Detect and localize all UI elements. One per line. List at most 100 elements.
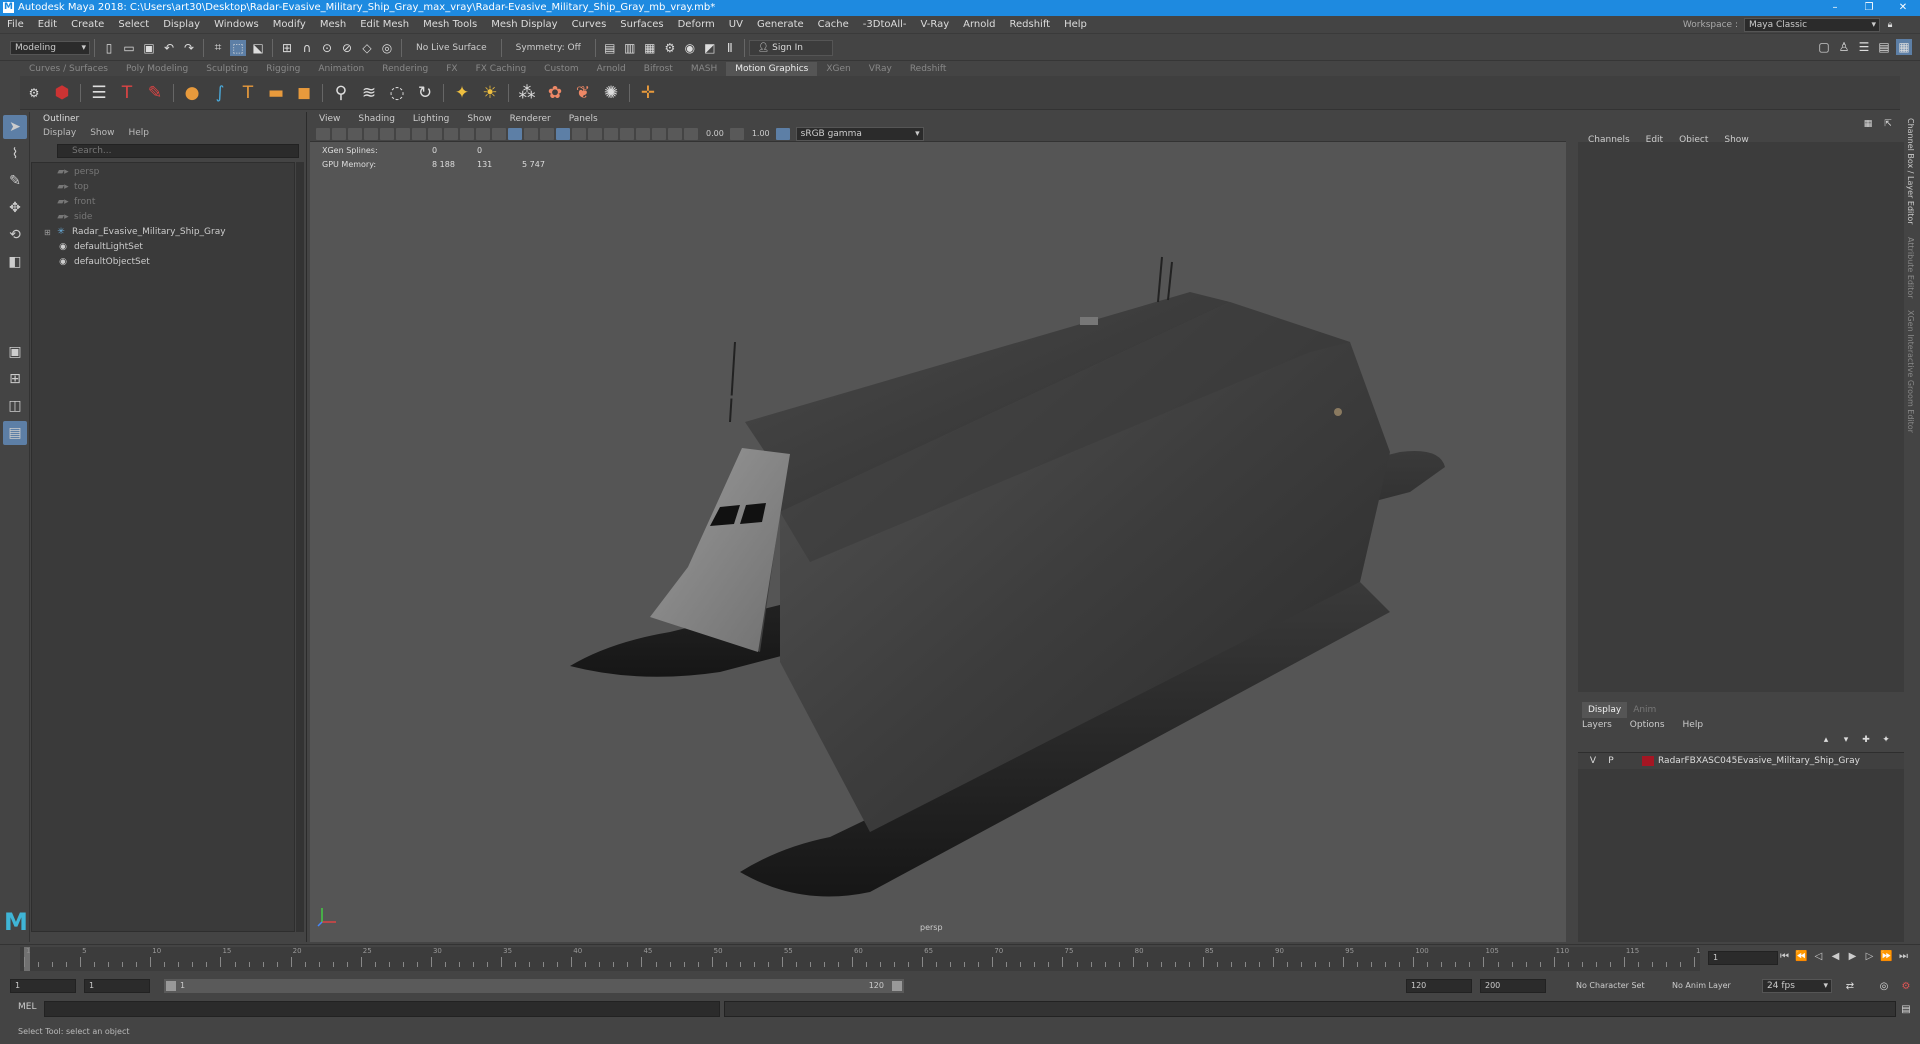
color-management-icon[interactable] — [775, 127, 790, 140]
colorspace-dropdown[interactable]: sRGB gamma — [795, 126, 924, 141]
viewport-menu-shading[interactable]: Shading — [349, 112, 404, 126]
playback-start-field[interactable]: 1 — [84, 979, 150, 993]
hypershade-icon[interactable]: ◉ — [682, 40, 698, 56]
fps-dropdown[interactable]: 24 fps — [1762, 979, 1832, 993]
channel-box-float-icon[interactable]: ⇱ — [1880, 116, 1896, 132]
minimize-button[interactable]: – — [1818, 0, 1852, 16]
shelf-tab-motion-graphics[interactable]: Motion Graphics — [726, 62, 818, 76]
menu-mesh[interactable]: Mesh — [313, 16, 353, 34]
sun-icon[interactable]: ☀ — [477, 80, 503, 106]
shelf-tab-curves-surfaces[interactable]: Curves / Surfaces — [20, 62, 117, 76]
shelf-tab-animation[interactable]: Animation — [309, 62, 373, 76]
xray-icon[interactable] — [652, 127, 666, 140]
svg-tool-icon[interactable]: ✎ — [142, 80, 168, 106]
menu-mesh-tools[interactable]: Mesh Tools — [416, 16, 484, 34]
shelf-tab-redshift[interactable]: Redshift — [901, 62, 956, 76]
tab-anim[interactable]: Anim — [1627, 702, 1662, 718]
vray-render-icon[interactable]: ◩ — [702, 40, 718, 56]
menu-uv[interactable]: UV — [722, 16, 750, 34]
text-icon[interactable]: T — [235, 80, 261, 106]
list-icon[interactable]: ☰ — [86, 80, 112, 106]
new-scene-icon[interactable]: ▯ — [101, 40, 117, 56]
step-back-key-icon[interactable]: ⏪ — [1793, 951, 1810, 965]
anim-layer-dropdown[interactable]: No Anim Layer — [1672, 981, 1731, 990]
animation-start-field[interactable]: 1 — [10, 979, 76, 993]
menu-surfaces[interactable]: Surfaces — [613, 16, 670, 34]
tab-display[interactable]: Display — [1582, 702, 1628, 718]
image-plane-icon[interactable] — [364, 127, 378, 140]
shelf-tab-poly-modeling[interactable]: Poly Modeling — [117, 62, 197, 76]
list-item[interactable]: ▰▸ front — [56, 195, 294, 210]
character-set-dropdown[interactable]: No Character Set — [1576, 981, 1645, 990]
side-tab-channel-box[interactable]: Channel Box / Layer Editor — [1906, 112, 1915, 231]
shelf-tab-mash[interactable]: MASH — [682, 62, 726, 76]
single-view-icon[interactable]: ▣ — [3, 340, 27, 364]
safe-action-icon[interactable] — [460, 127, 474, 140]
shelf-tab-vray[interactable]: VRay — [860, 62, 901, 76]
layers-menu-help[interactable]: Help — [1683, 718, 1704, 732]
gate-mask-icon[interactable] — [428, 127, 442, 140]
viewport-menu-show[interactable]: Show — [458, 112, 500, 126]
snap-curve-icon[interactable]: ∩ — [299, 40, 315, 56]
time-ruler[interactable]: 1510152025303540455055606570758085909510… — [20, 947, 1700, 971]
safe-title-icon[interactable] — [476, 127, 490, 140]
maximize-button[interactable]: ❐ — [1852, 0, 1886, 16]
layer-playback-toggle[interactable]: P — [1602, 756, 1620, 766]
curve-icon[interactable]: ∫ — [207, 80, 233, 106]
shelf-tab-xgen[interactable]: XGen — [817, 62, 859, 76]
render-view-icon[interactable]: ▤ — [602, 40, 618, 56]
network-icon[interactable]: ⁂ — [514, 80, 540, 106]
go-to-end-icon[interactable]: ⏭ — [1895, 951, 1912, 965]
list-item[interactable]: ◉ defaultLightSet — [56, 240, 294, 255]
burst-icon[interactable]: ✺ — [598, 80, 624, 106]
symmetry-dropdown[interactable]: Symmetry: Off — [516, 43, 581, 53]
menu-mesh-display[interactable]: Mesh Display — [484, 16, 564, 34]
menu-vray[interactable]: V-Ray — [914, 16, 957, 34]
snap-grid-icon[interactable]: ⊞ — [279, 40, 295, 56]
list-item[interactable]: ▰▸ side — [56, 210, 294, 225]
shelf-tab-sculpting[interactable]: Sculpting — [197, 62, 257, 76]
auto-key-icon[interactable]: ◎ — [1876, 978, 1892, 994]
playback-range-bar[interactable]: 1 120 — [164, 979, 904, 993]
snap-point-icon[interactable]: ⊙ — [319, 40, 335, 56]
smooth-shade-icon[interactable] — [508, 127, 522, 140]
exposure-field[interactable]: 0.00 — [706, 129, 724, 138]
loop-icon[interactable]: ⇄ — [1842, 978, 1858, 994]
outliner-menu-display[interactable]: Display — [43, 126, 76, 140]
menu-modify[interactable]: Modify — [266, 16, 313, 34]
shelf-settings-icon[interactable]: ⚙ — [21, 80, 47, 106]
side-by-side-icon[interactable]: ◫ — [3, 394, 27, 418]
menuset-dropdown[interactable]: Modeling — [10, 40, 90, 55]
menu-curves[interactable]: Curves — [565, 16, 614, 34]
time-slider[interactable]: 1510152025303540455055606570758085909510… — [0, 944, 1920, 974]
character-controls-icon[interactable]: ♙ — [1836, 39, 1852, 55]
modeling-toolkit-icon[interactable]: ▢ — [1816, 39, 1832, 55]
film-gate-icon[interactable] — [396, 127, 410, 140]
channel-box-icon[interactable]: ▦ — [1896, 39, 1912, 55]
wireframe-icon[interactable] — [492, 127, 506, 140]
shelf-tab-fx-caching[interactable]: FX Caching — [467, 62, 536, 76]
menu-arnold[interactable]: Arnold — [956, 16, 1002, 34]
snap-surface-icon[interactable]: ◇ — [359, 40, 375, 56]
list-item[interactable]: ▰▸ top — [56, 180, 294, 195]
tool-settings-icon[interactable]: ▤ — [1876, 39, 1892, 55]
list-item[interactable]: ▰▸ persp — [56, 165, 294, 180]
anim-prefs-icon[interactable]: ⚙ — [1898, 978, 1914, 994]
range-end-handle[interactable] — [892, 981, 902, 991]
channel-box-layout-icon[interactable]: ▦ — [1860, 116, 1876, 132]
step-back-frame-icon[interactable]: ◁ — [1810, 951, 1827, 965]
lock-icon[interactable]: 🔒︎ — [1882, 17, 1898, 33]
menu-3dtoall[interactable]: -3DtoAll- — [856, 16, 914, 34]
range-start-handle[interactable] — [166, 981, 176, 991]
menu-windows[interactable]: Windows — [207, 16, 266, 34]
outliner-menu-show[interactable]: Show — [90, 126, 114, 140]
lights-icon[interactable] — [556, 127, 570, 140]
menu-redshift[interactable]: Redshift — [1003, 16, 1058, 34]
viewport-menu-lighting[interactable]: Lighting — [404, 112, 458, 126]
layers-menu-layers[interactable]: Layers — [1582, 718, 1612, 732]
menu-deform[interactable]: Deform — [671, 16, 722, 34]
channel-box-area[interactable] — [1578, 142, 1904, 692]
viewport-menu-panels[interactable]: Panels — [560, 112, 607, 126]
menu-create[interactable]: Create — [64, 16, 111, 34]
redo-icon[interactable]: ↷ — [181, 40, 197, 56]
